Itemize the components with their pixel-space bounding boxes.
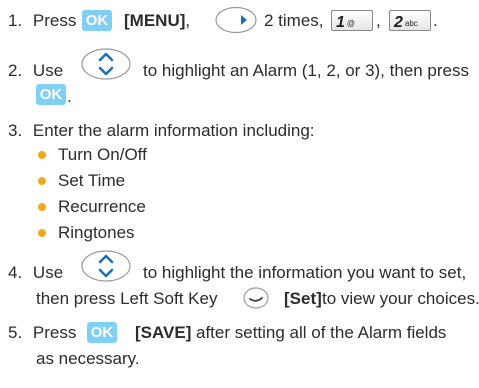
key-1-icon: 1 @ bbox=[331, 10, 373, 31]
ok-key-icon: OK bbox=[36, 84, 66, 105]
step-1: 1. Press bbox=[8, 8, 76, 34]
bullet-icon bbox=[38, 203, 46, 211]
bullet-icon bbox=[38, 177, 46, 185]
instruction-page: 1. Press OK [MENU], 2 times, 1 @ , 2 abc .… bbox=[0, 0, 479, 388]
step-text: Enter the alarm information including: bbox=[32, 121, 315, 140]
bullet-item: Recurrence bbox=[58, 197, 146, 216]
step-text-cont: to highlight an Alarm (1, 2, or 3), then… bbox=[143, 61, 470, 80]
step-5: 5. Press bbox=[8, 320, 76, 346]
bullet-icon bbox=[38, 229, 46, 237]
step-3: 3. Enter the alarm information including… bbox=[8, 118, 315, 144]
key-2-icon: 2 abc bbox=[389, 10, 431, 31]
set-label: [Set] bbox=[284, 289, 322, 308]
bullet-item: Set Time bbox=[58, 171, 126, 190]
step-text-line2-end: to view your choices. bbox=[322, 289, 479, 308]
times-text: 2 times, bbox=[264, 11, 324, 30]
step-4: 4. Use bbox=[8, 260, 63, 286]
step-text-cont: to highlight the information you want to… bbox=[143, 263, 467, 282]
step-text: Press bbox=[32, 11, 77, 30]
period-text: . bbox=[67, 87, 72, 106]
step-number: 2. bbox=[8, 61, 23, 80]
step-number: 4. bbox=[8, 263, 23, 282]
step-text: Use bbox=[32, 61, 64, 80]
ok-key-icon: OK bbox=[87, 322, 117, 343]
ok-key-icon: OK bbox=[82, 10, 112, 31]
step-number: 3. bbox=[8, 121, 23, 140]
period-text: . bbox=[433, 11, 438, 30]
step-text-line2: as necessary. bbox=[36, 349, 140, 368]
save-label: [SAVE] bbox=[135, 323, 192, 342]
step-number: 5. bbox=[8, 323, 23, 342]
step-2: 2. Use bbox=[8, 58, 63, 84]
step-text-line2: then press Left Soft Key bbox=[36, 289, 218, 308]
step-text: Use bbox=[32, 263, 64, 282]
step-number: 1. bbox=[8, 11, 23, 30]
step-text-cont: after setting all of the Alarm fields bbox=[196, 323, 447, 342]
nav-right-key-icon bbox=[215, 6, 257, 34]
comma-text: , bbox=[376, 11, 381, 30]
nav-up-down-key-icon bbox=[81, 250, 131, 282]
left-soft-key-icon bbox=[243, 287, 269, 309]
menu-label: [MENU], bbox=[124, 11, 191, 30]
bullet-icon bbox=[38, 151, 46, 159]
bullet-item: Turn On/Off bbox=[58, 145, 147, 164]
bullet-item: Ringtones bbox=[58, 223, 135, 242]
step-text: Press bbox=[32, 323, 77, 342]
nav-up-down-key-icon bbox=[81, 48, 131, 80]
